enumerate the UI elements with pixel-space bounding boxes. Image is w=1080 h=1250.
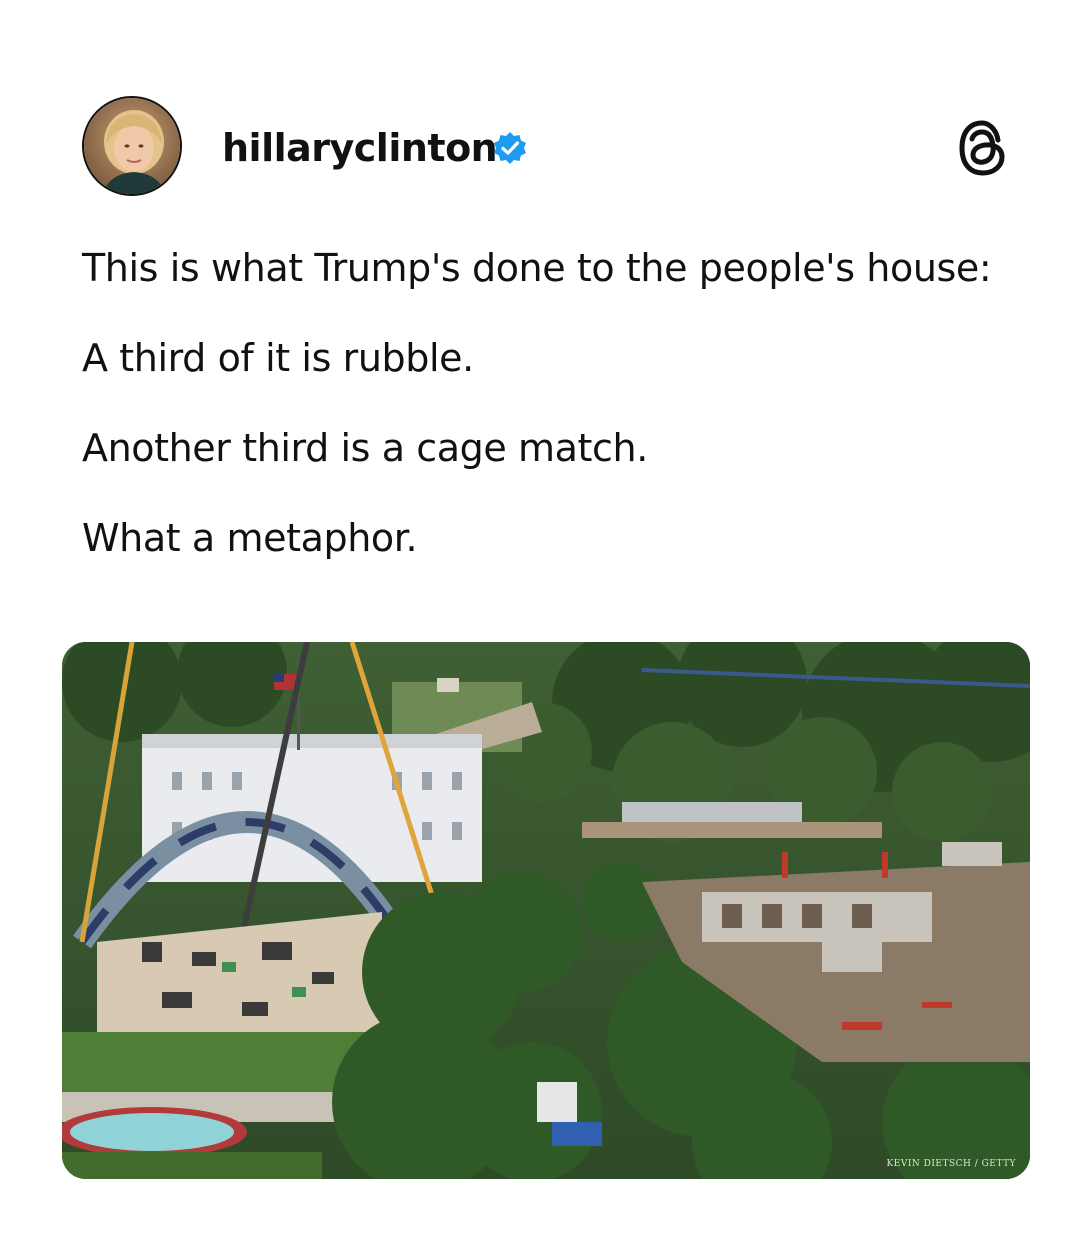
profile-photo — [84, 98, 180, 194]
post-header: hillaryclinton — [82, 96, 1012, 200]
white-house-construction-photo — [62, 642, 1030, 1179]
avatar[interactable] — [82, 96, 182, 196]
post-text-line: What a metaphor. — [82, 516, 418, 560]
verified-badge-icon — [492, 130, 528, 166]
post-photo[interactable]: KEVIN DIETSCH / GETTY — [62, 642, 1030, 1179]
post-text-line: This is what Trump's done to the people'… — [82, 246, 992, 290]
post-text-line: A third of it is rubble. — [82, 336, 474, 380]
post-body: This is what Trump's done to the people'… — [82, 244, 1042, 604]
photo-credit: KEVIN DIETSCH / GETTY — [886, 1159, 1016, 1169]
post-text-line: Another third is a cage match. — [82, 426, 648, 470]
threads-post: hillaryclinton This is what Trump's done… — [0, 0, 1080, 1250]
threads-logo-icon[interactable] — [954, 118, 1012, 178]
author-username[interactable]: hillaryclinton — [222, 124, 498, 172]
